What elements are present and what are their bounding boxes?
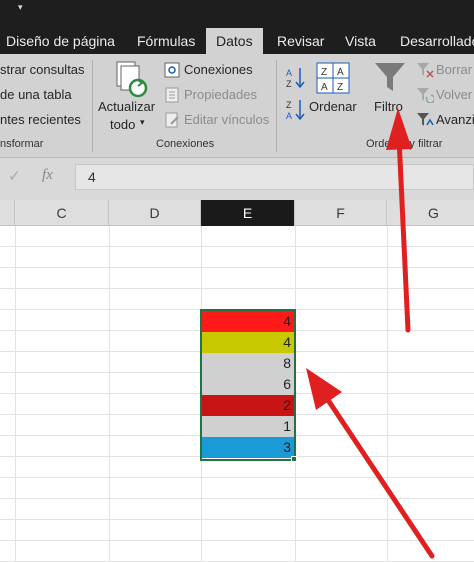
column-header-g[interactable]: G: [387, 200, 474, 226]
refresh-all-label[interactable]: Actualizar: [98, 99, 155, 114]
tab-view[interactable]: Vista: [345, 28, 376, 54]
formula-bar: ✓ fx 4: [0, 158, 474, 200]
fill-handle[interactable]: [291, 456, 297, 462]
cell-e-row7[interactable]: 3: [201, 437, 295, 458]
reapply-icon: [416, 87, 436, 108]
cell-e-row4[interactable]: 6: [201, 374, 295, 395]
ribbon-tabs: Diseño de página Fórmulas Datos Revisar …: [0, 28, 474, 54]
tab-developer[interactable]: Desarrollado: [400, 28, 474, 54]
connections-button[interactable]: Conexiones: [184, 62, 253, 77]
column-header-d[interactable]: D: [109, 200, 201, 226]
group-separator: [276, 60, 277, 152]
recent-sources-button[interactable]: ntes recientes: [0, 112, 81, 127]
svg-text:A: A: [337, 67, 344, 78]
svg-text:Z: Z: [286, 79, 292, 89]
svg-text:A: A: [321, 82, 328, 93]
svg-text:A: A: [286, 68, 292, 78]
column-header-c[interactable]: C: [15, 200, 109, 226]
filter-button[interactable]: Filtro: [374, 99, 403, 114]
row-gridline: [0, 246, 474, 247]
cell-e-row2[interactable]: 4: [201, 332, 295, 353]
formula-input[interactable]: [75, 164, 474, 190]
refresh-all-label-2[interactable]: todo: [110, 117, 135, 132]
column-headers: C D E F G: [0, 200, 474, 226]
edit-links-icon: [164, 112, 180, 133]
ribbon-data: strar consultas de una tabla ntes recien…: [0, 54, 474, 158]
clear-button: Borrar: [436, 62, 473, 77]
svg-text:Z: Z: [321, 67, 327, 78]
enter-check-icon[interactable]: ✓: [8, 167, 21, 185]
row-gridline: [0, 477, 474, 478]
tab-data[interactable]: Datos: [206, 28, 263, 54]
row-gridline: [0, 519, 474, 520]
formula-value: 4: [88, 169, 96, 185]
insert-function-icon[interactable]: fx: [42, 167, 53, 184]
cell-e-row3[interactable]: 8: [201, 353, 295, 374]
group-label-connections: Conexiones: [156, 138, 215, 150]
refresh-dropdown-icon[interactable]: ▾: [140, 117, 145, 128]
row-gridline: [0, 498, 474, 499]
sort-az-icon[interactable]: A Z: [286, 66, 306, 95]
tab-page-layout[interactable]: Diseño de página: [6, 28, 115, 54]
tab-formulas[interactable]: Fórmulas: [137, 28, 195, 54]
title-bar: ▾: [0, 0, 474, 28]
group-label-get-transform: nsformar: [0, 138, 44, 150]
from-table-button[interactable]: de una tabla: [0, 87, 72, 102]
column-header-e[interactable]: E: [201, 200, 295, 226]
group-separator: [92, 60, 93, 152]
edit-links-button: Editar vínculos: [184, 112, 270, 127]
filter-funnel-icon[interactable]: [373, 60, 407, 99]
advanced-button[interactable]: Avanzi: [436, 112, 474, 127]
column-header-f[interactable]: F: [295, 200, 387, 226]
tab-review[interactable]: Revisar: [277, 28, 324, 54]
row-gridline: [0, 288, 474, 289]
connections-icon[interactable]: [164, 62, 180, 83]
sort-za-icon[interactable]: Z A: [286, 98, 306, 127]
svg-text:Z: Z: [337, 82, 343, 93]
properties-button: Propiedades: [184, 87, 257, 102]
group-label-sort-filter: Ordenar y filtrar: [366, 138, 443, 150]
row-gridline: [0, 309, 474, 310]
clear-filter-icon: [416, 62, 434, 83]
cell-e-row6[interactable]: 1: [201, 416, 295, 437]
row-gridline: [0, 267, 474, 268]
reapply-button: Volver: [436, 87, 473, 102]
advanced-filter-icon[interactable]: [416, 112, 434, 133]
sort-dialog-icon[interactable]: Z A A Z: [316, 62, 350, 99]
row-gridline: [0, 540, 474, 541]
sort-button[interactable]: Ordenar: [309, 99, 357, 114]
cell-e-row1[interactable]: 4: [201, 311, 295, 332]
cell-e-row5[interactable]: 2: [201, 395, 295, 416]
show-queries-button[interactable]: strar consultas: [0, 62, 85, 77]
corner-cell[interactable]: [0, 200, 15, 226]
svg-text:A: A: [286, 111, 292, 121]
properties-icon: [164, 87, 180, 108]
quick-access-chevron-icon[interactable]: ▾: [18, 2, 23, 13]
svg-text:Z: Z: [286, 100, 292, 110]
